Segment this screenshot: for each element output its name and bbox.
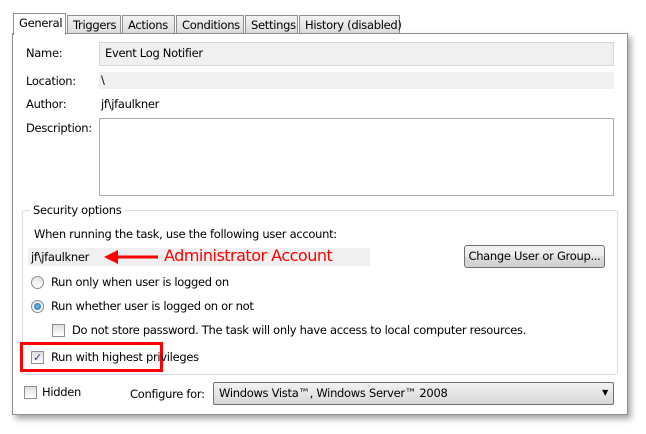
tab-actions[interactable]: Actions bbox=[122, 15, 175, 34]
location-label: Location: bbox=[26, 74, 76, 88]
location-value: \ bbox=[99, 72, 614, 89]
description-label: Description: bbox=[26, 121, 92, 135]
hidden-label: Hidden bbox=[42, 385, 82, 399]
tab-general[interactable]: General bbox=[13, 13, 66, 35]
highest-privileges-checkbox[interactable]: ✓ bbox=[31, 351, 44, 364]
author-label: Author: bbox=[26, 97, 67, 111]
author-value: jf\jfaulkner bbox=[101, 97, 160, 111]
tab-settings[interactable]: Settings bbox=[245, 15, 298, 34]
configure-for-label: Configure for: bbox=[130, 387, 205, 401]
no-store-password-label: Do not store password. The task will onl… bbox=[72, 323, 527, 337]
radio-logged-on-label: Run only when user is logged on bbox=[51, 275, 229, 289]
radio-whether-logged-on[interactable] bbox=[31, 300, 44, 313]
tab-conditions[interactable]: Conditions bbox=[176, 15, 244, 34]
no-store-password-checkbox[interactable] bbox=[52, 324, 65, 337]
chevron-down-icon: ▼ bbox=[602, 388, 608, 397]
security-options-label: Security options bbox=[30, 203, 125, 217]
tab-history[interactable]: History (disabled) bbox=[299, 15, 402, 34]
configure-for-value: Windows Vista™, Windows Server™ 2008 bbox=[219, 386, 448, 400]
annotation-text: Administrator Account bbox=[164, 246, 333, 265]
change-user-button[interactable]: Change User or Group... bbox=[464, 245, 605, 268]
arrow-icon bbox=[104, 250, 158, 264]
radio-logged-on[interactable] bbox=[31, 276, 44, 289]
configure-for-select[interactable]: Windows Vista™, Windows Server™ 2008 ▼ bbox=[213, 382, 614, 405]
highest-privileges-label: Run with highest privileges bbox=[51, 350, 199, 364]
tab-triggers[interactable]: Triggers bbox=[67, 15, 121, 34]
hidden-checkbox[interactable] bbox=[24, 386, 37, 399]
name-label: Name: bbox=[26, 46, 63, 60]
description-field[interactable] bbox=[99, 118, 614, 196]
radio-whether-label: Run whether user is logged on or not bbox=[51, 299, 254, 313]
name-field[interactable]: Event Log Notifier bbox=[99, 42, 614, 66]
account-prompt: When running the task, use the following… bbox=[34, 227, 337, 241]
